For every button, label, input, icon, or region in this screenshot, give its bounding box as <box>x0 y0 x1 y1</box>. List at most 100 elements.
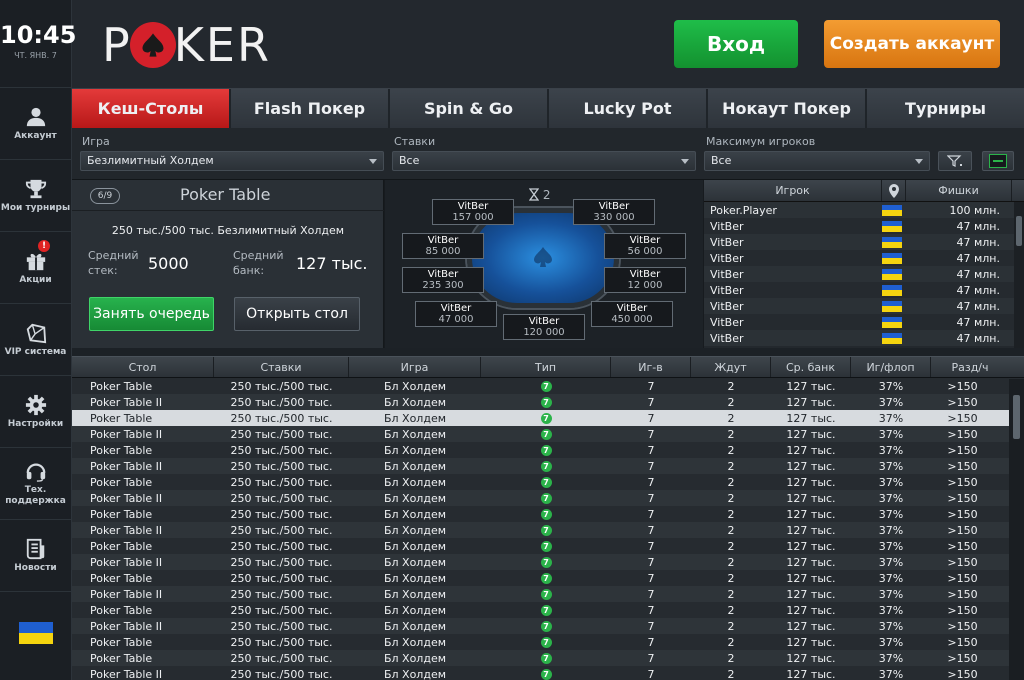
stakes-cell: 250 тыс./500 тыс. <box>230 651 333 665</box>
sidebar-item-vip[interactable]: VIP система <box>0 304 71 376</box>
table-row[interactable]: Poker Table 250 тыс./500 тыс. Бл Холдем 7 7 2… <box>72 410 1024 426</box>
sidebar-item-promotions[interactable]: ! Акции <box>0 232 71 304</box>
table-row[interactable]: Poker Table 250 тыс./500 тыс. Бл Холдем 7 7 2… <box>72 474 1024 490</box>
login-button[interactable]: Вход <box>674 20 798 68</box>
gift-icon <box>26 253 45 270</box>
table-row[interactable]: Poker Table 250 тыс./500 тыс. Бл Холдем 7 7 2… <box>72 650 1024 666</box>
table-row[interactable]: Poker Table 250 тыс./500 тыс. Бл Холдем 7 7 2… <box>72 602 1024 618</box>
sidebar-item-support[interactable]: Тех. поддержка <box>0 448 71 520</box>
max-players-filter: Максимум игроков Все <box>704 135 930 171</box>
sidebar-item-my-tournaments[interactable]: Мои турниры <box>0 160 71 232</box>
seat[interactable]: VitBer 157 000 <box>432 199 514 225</box>
sidebar-item-label: Настройки <box>7 418 64 429</box>
tab-tournaments[interactable]: Турниры <box>867 89 1024 128</box>
open-table-button[interactable]: Открыть стол <box>234 297 360 331</box>
seat[interactable]: VitBer 330 000 <box>573 199 655 225</box>
tab-flash-poker[interactable]: Flash Покер <box>231 89 390 128</box>
table-row[interactable]: Poker Table 250 тыс./500 тыс. Бл Холдем 7 7 2… <box>72 570 1024 586</box>
tab-spin-go[interactable]: Spin & Go <box>390 89 549 128</box>
seat[interactable]: VitBer 56 000 <box>604 233 686 259</box>
chips-column-header[interactable]: Фишки <box>906 180 1012 201</box>
avg-pot-cell: 127 тыс. <box>786 379 836 393</box>
create-account-button[interactable]: Создать аккаунт <box>824 20 1000 68</box>
player-row[interactable]: VitBer 47 млн. <box>704 314 1024 330</box>
col-game-header[interactable]: Игра <box>349 357 481 377</box>
game-select[interactable]: Безлимитный Холдем <box>80 151 384 171</box>
table-row[interactable]: Poker Table 250 тыс./500 тыс. Бл Холдем 7 7 2… <box>72 378 1024 394</box>
player-row[interactable]: VitBer 47 млн. <box>704 234 1024 250</box>
tables-scrollbar[interactable] <box>1009 379 1024 680</box>
seat-name: VitBer <box>629 269 661 280</box>
table-row[interactable]: Poker Table 250 тыс./500 тыс. Бл Холдем 7 7 2… <box>72 538 1024 554</box>
col-stakes-header[interactable]: Ставки <box>214 357 349 377</box>
table-row[interactable]: Poker Table II 250 тыс./500 тыс. Бл Холдем… <box>72 522 1024 538</box>
seat-chips: 330 000 <box>593 212 635 223</box>
table-row[interactable]: Poker Table II 250 тыс./500 тыс. Бл Холдем… <box>72 458 1024 474</box>
player-row[interactable]: VitBer 47 млн. <box>704 282 1024 298</box>
flag-icon <box>882 316 902 328</box>
logo: P KER <box>102 17 271 73</box>
col-players-flop-header[interactable]: Иг/флоп <box>851 357 931 377</box>
toggle-view-button[interactable] <box>982 151 1014 171</box>
players-scrollbar[interactable] <box>1014 202 1024 348</box>
max-players-select[interactable]: Все <box>704 151 930 171</box>
seat[interactable]: VitBer 120 000 <box>503 314 585 340</box>
table-row[interactable]: Poker Table 250 тыс./500 тыс. Бл Холдем 7 7 2… <box>72 634 1024 650</box>
players-cell: 7 <box>647 603 655 617</box>
tables-list: Стол Ставки Игра Тип Иг-в Ждут Ср. банк … <box>72 356 1024 680</box>
players-cell: 7 <box>647 427 655 441</box>
table-name-cell: Poker Table II <box>90 619 163 633</box>
table-row[interactable]: Poker Table 250 тыс./500 тыс. Бл Холдем 7 7 2… <box>72 506 1024 522</box>
avg-stack-value: 5000 <box>148 254 189 273</box>
player-row[interactable]: VitBer 47 млн. <box>704 218 1024 234</box>
table-row[interactable]: Poker Table II 250 тыс./500 тыс. Бл Холдем… <box>72 394 1024 410</box>
waiting-cell: 2 <box>727 555 735 569</box>
col-waiting-header[interactable]: Ждут <box>691 357 771 377</box>
join-queue-button[interactable]: Занять очередь <box>89 297 214 331</box>
sidebar-item-settings[interactable]: Настройки <box>0 376 71 448</box>
player-row[interactable]: VitBer 47 млн. <box>704 330 1024 346</box>
clock: 10:45 ЧТ. ЯНВ. 7 <box>0 0 76 88</box>
type-cell: 7 <box>481 524 611 536</box>
location-column-header[interactable] <box>882 180 906 201</box>
seat[interactable]: VitBer 235 300 <box>402 267 484 293</box>
tab-lucky-pot[interactable]: Lucky Pot <box>549 89 708 128</box>
col-type-header[interactable]: Тип <box>481 357 611 377</box>
table-row[interactable]: Poker Table II 250 тыс./500 тыс. Бл Холдем… <box>72 490 1024 506</box>
filter-button[interactable] <box>938 151 972 171</box>
tab-cash-tables[interactable]: Кеш-Столы <box>72 89 231 128</box>
seat[interactable]: VitBer 450 000 <box>591 301 673 327</box>
table-name-cell: Poker Table <box>90 539 153 553</box>
language-flag[interactable] <box>19 622 53 644</box>
scrollbar-thumb[interactable] <box>1016 216 1022 246</box>
table-row[interactable]: Poker Table II 250 тыс./500 тыс. Бл Холдем… <box>72 618 1024 634</box>
player-row[interactable]: VitBer 47 млн. <box>704 298 1024 314</box>
player-row[interactable]: VitBer 47 млн. <box>704 250 1024 266</box>
table-row[interactable]: Poker Table 250 тыс./500 тыс. Бл Холдем 7 7 2… <box>72 442 1024 458</box>
col-players-header[interactable]: Иг-в <box>611 357 691 377</box>
table-row[interactable]: Poker Table II 250 тыс./500 тыс. Бл Холдем… <box>72 666 1024 680</box>
players-flop-cell: 37% <box>878 539 904 553</box>
player-name: VitBer <box>710 251 744 265</box>
col-avg-pot-header[interactable]: Ср. банк <box>771 357 851 377</box>
sidebar-item-news[interactable]: Новости <box>0 520 71 592</box>
tab-knockout-poker[interactable]: Нокаут Покер <box>708 89 867 128</box>
scrollbar-thumb[interactable] <box>1013 395 1020 439</box>
table-row[interactable]: Poker Table II 250 тыс./500 тыс. Бл Холдем… <box>72 426 1024 442</box>
seat[interactable]: VitBer 47 000 <box>415 301 497 327</box>
players-flop-cell: 37% <box>878 619 904 633</box>
sidebar-item-account[interactable]: Аккаунт <box>0 88 71 160</box>
table-row[interactable]: Poker Table II 250 тыс./500 тыс. Бл Холдем… <box>72 586 1024 602</box>
col-hands-hour-header[interactable]: Разд/ч <box>931 357 1009 377</box>
table-row[interactable]: Poker Table II 250 тыс./500 тыс. Бл Холдем… <box>72 554 1024 570</box>
game-type-icon: 7 <box>540 476 552 488</box>
stakes-select[interactable]: Все <box>392 151 696 171</box>
seat[interactable]: VitBer 85 000 <box>402 233 484 259</box>
col-table-header[interactable]: Стол <box>72 357 214 377</box>
waiting-cell: 2 <box>727 603 735 617</box>
seat[interactable]: VitBer 12 000 <box>604 267 686 293</box>
player-row[interactable]: Poker.Player 100 млн. <box>704 202 1024 218</box>
player-column-header[interactable]: Игрок <box>704 180 882 201</box>
player-row[interactable]: VitBer 47 млн. <box>704 266 1024 282</box>
seat-chips: 56 000 <box>627 246 663 257</box>
